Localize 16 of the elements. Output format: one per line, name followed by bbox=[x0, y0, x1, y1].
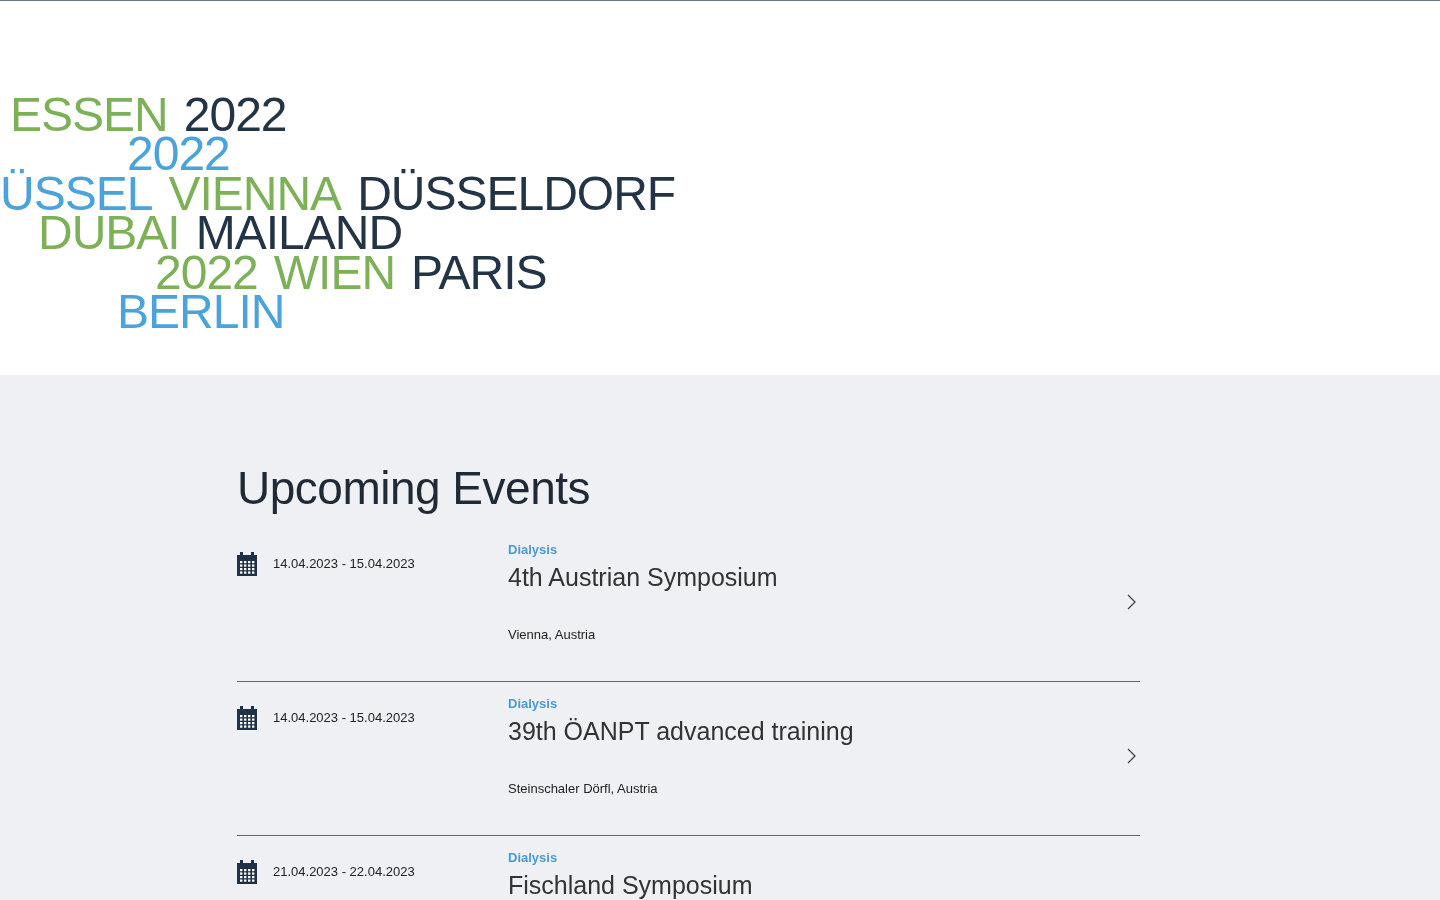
event-location: Steinschaler Dörfl, Austria bbox=[508, 781, 659, 796]
chevron-right-icon[interactable] bbox=[1127, 748, 1137, 764]
calendar-icon bbox=[237, 706, 257, 730]
calendar-icon bbox=[237, 860, 257, 884]
city-word: PARIS bbox=[411, 248, 547, 297]
city-word: BERLIN bbox=[117, 288, 285, 336]
event-title-link[interactable]: Fischland Symposium bbox=[508, 871, 753, 900]
event-title-link[interactable]: 4th Austrian Symposium bbox=[508, 563, 778, 592]
section-title: Upcoming Events bbox=[237, 461, 591, 515]
event-dates: 21.04.2023 - 22.04.2023 bbox=[273, 863, 415, 879]
calendar-icon bbox=[237, 552, 257, 576]
event-title-link[interactable]: 39th ÖANPT advanced training bbox=[508, 717, 854, 746]
event-dates: 14.04.2023 - 15.04.2023 bbox=[273, 555, 415, 571]
chevron-right-icon[interactable] bbox=[1127, 594, 1137, 610]
event-location: Vienna, Austria bbox=[508, 627, 597, 642]
event-dates: 14.04.2023 - 15.04.2023 bbox=[273, 709, 415, 725]
